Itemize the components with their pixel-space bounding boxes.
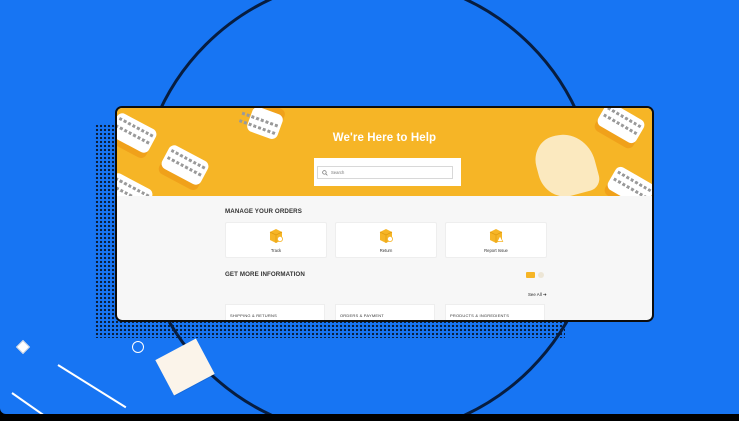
report-issue-card[interactable]: Report Issue	[445, 222, 547, 258]
product-jar-image	[605, 164, 652, 196]
carousel-dot[interactable]	[538, 272, 544, 278]
search-icon	[322, 169, 328, 176]
box-alert-icon	[489, 229, 504, 243]
decorative-diamond	[15, 339, 31, 355]
manage-orders-heading: MANAGE YOUR ORDERS	[225, 208, 302, 215]
order-card-label: Report Issue	[484, 248, 508, 253]
return-order-card[interactable]: Return	[335, 222, 437, 258]
box-return-icon	[379, 229, 393, 243]
order-card-label: Track	[270, 248, 282, 253]
decorative-line	[57, 364, 127, 409]
decorative-line	[11, 392, 47, 414]
search-field[interactable]	[317, 166, 453, 179]
search-input[interactable]	[331, 170, 441, 175]
info-card-shipping[interactable]: SHIPPING & RETURNS	[225, 304, 325, 320]
help-center-window: We're Here to Help MANAGE YOUR ORDERS Tr…	[115, 106, 654, 322]
more-info-heading: GET MORE INFORMATION	[225, 271, 305, 278]
info-card-orders[interactable]: ORDERS & PAYMENT	[335, 304, 435, 320]
see-all-link[interactable]: See All ➔	[528, 292, 547, 298]
order-card-label: Return	[379, 248, 393, 253]
background-canvas: We're Here to Help MANAGE YOUR ORDERS Tr…	[0, 0, 739, 414]
carousel-dot-active[interactable]	[526, 272, 535, 278]
product-jar-image	[117, 171, 155, 196]
track-order-card[interactable]: Track	[225, 222, 327, 258]
decorative-circle	[132, 341, 144, 353]
frame-edge	[0, 414, 739, 421]
hero-banner: We're Here to Help	[117, 108, 652, 196]
page-title: We're Here to Help	[332, 132, 437, 144]
info-card-products[interactable]: PRODUCTS & INGREDIENTS	[445, 304, 545, 320]
product-jar-image	[159, 143, 211, 187]
box-clock-icon	[269, 229, 283, 243]
